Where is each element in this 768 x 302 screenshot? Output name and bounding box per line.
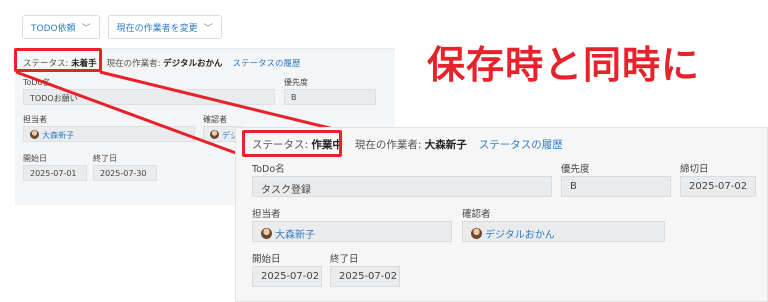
back-assignee-value[interactable]: 大森新子 (42, 131, 74, 140)
back-worker-label: 現在の作業者: (106, 59, 161, 69)
front-deadline-value: 2025-07-02 (689, 181, 748, 192)
back-worker: 現在の作業者: デジタルおかん (107, 57, 223, 69)
avatar-icon (30, 130, 39, 139)
back-priority-field: B (284, 89, 376, 105)
front-reviewer-field: デジタルおかん (462, 221, 665, 242)
front-end-value: 2025-07-02 (339, 271, 398, 282)
front-status-highlight (242, 130, 342, 157)
front-priority-field: B (561, 176, 671, 197)
front-worker-value: 大森新子 (424, 139, 467, 151)
todo-request-label: TODO依頼 (31, 23, 76, 34)
back-toolbar: TODO依頼 ﹀ 現在の作業者を変更 ﹀ (22, 15, 222, 39)
back-todo-name-field: TODOお願い (23, 89, 275, 105)
front-start-label: 開始日 (252, 254, 281, 265)
front-worker-label: 現在の作業者: (354, 139, 422, 151)
back-status-history-link[interactable]: ステータスの履歴 (233, 57, 301, 69)
back-priority-label: 優先度 (284, 78, 308, 87)
front-assignee-label: 担当者 (252, 209, 281, 220)
todo-request-button[interactable]: TODO依頼 ﹀ (22, 15, 100, 39)
front-start-value: 2025-07-02 (261, 271, 320, 282)
front-todo-name-label: ToDo名 (252, 164, 285, 175)
avatar-icon (261, 228, 272, 239)
front-todo-name-value: タスク登録 (261, 185, 311, 196)
back-assignee-field: 大森新子 (23, 126, 195, 142)
chevron-down-icon: ﹀ (81, 23, 91, 34)
back-start-value: 2025-07-01 (30, 169, 77, 178)
front-todo-name-field: タスク登録 (252, 176, 552, 197)
front-reviewer-value[interactable]: デジタルおかん (485, 230, 555, 241)
front-end-label: 終了日 (330, 254, 359, 265)
back-worker-value: デジタルおかん (163, 59, 223, 69)
back-start-field: 2025-07-01 (23, 165, 87, 181)
back-todo-name-label: ToDo名 (23, 78, 51, 87)
front-end-field: 2025-07-02 (330, 266, 400, 287)
front-priority-label: 優先度 (561, 164, 590, 175)
front-status-history-link[interactable]: ステータスの履歴 (479, 137, 563, 152)
back-assignee-label: 担当者 (23, 115, 47, 124)
back-end-value: 2025-07-30 (100, 169, 147, 178)
front-assignee-value[interactable]: 大森新子 (275, 230, 315, 241)
avatar-icon (210, 130, 219, 139)
back-priority-value: B (291, 93, 297, 102)
front-deadline-label: 締切日 (680, 164, 709, 175)
back-status-highlight (14, 48, 102, 72)
back-end-field: 2025-07-30 (93, 165, 157, 181)
front-worker: 現在の作業者: 大森新子 (355, 137, 467, 152)
back-start-label: 開始日 (23, 154, 47, 163)
front-deadline-field: 2025-07-02 (680, 176, 756, 197)
headline-text: 保存時と同時に (427, 43, 701, 87)
front-start-field: 2025-07-02 (252, 266, 322, 287)
front-priority-value: B (570, 181, 577, 192)
back-reviewer-label: 確認者 (203, 115, 227, 124)
front-assignee-field: 大森新子 (252, 221, 452, 242)
chevron-down-icon: ﹀ (203, 23, 213, 34)
change-worker-button[interactable]: 現在の作業者を変更 ﹀ (107, 15, 222, 39)
change-worker-label: 現在の作業者を変更 (116, 23, 198, 34)
back-end-label: 終了日 (93, 154, 117, 163)
avatar-icon (471, 228, 482, 239)
back-todo-name-value: TODOお願い (30, 94, 78, 103)
front-reviewer-label: 確認者 (462, 209, 491, 220)
